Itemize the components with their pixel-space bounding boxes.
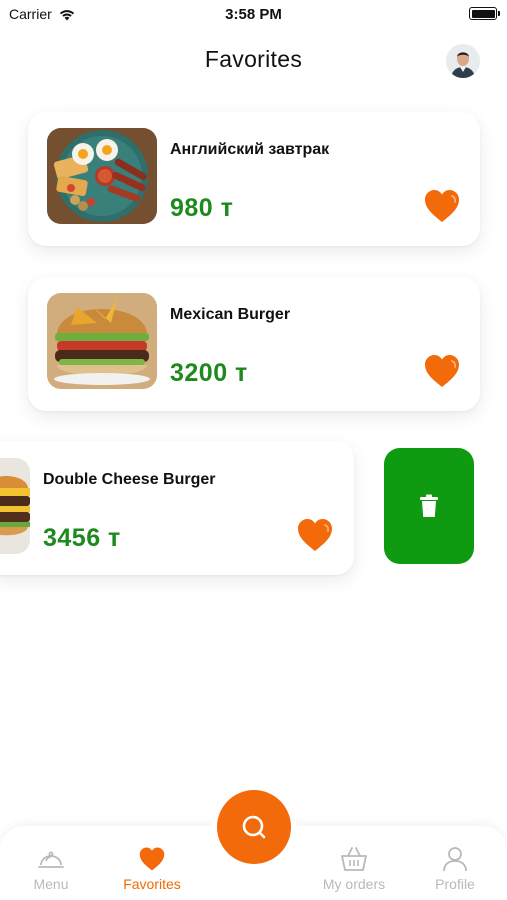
food-image-double-cheese-burger	[0, 458, 30, 554]
page-title: Favorites	[204, 46, 303, 72]
search-button[interactable]	[217, 790, 291, 864]
avatar-image	[446, 44, 480, 78]
heart-icon[interactable]	[296, 517, 334, 553]
tab-label: My orders	[322, 876, 386, 892]
avatar[interactable]	[446, 44, 480, 78]
tab-favorites[interactable]: Favorites	[107, 846, 197, 892]
heart-icon	[139, 847, 165, 871]
person-icon	[443, 847, 467, 872]
tab-label: Favorites	[123, 876, 181, 892]
tab-label: Profile	[435, 876, 475, 892]
food-title: Английский завтрак	[170, 141, 330, 158]
favorite-card-mexican-burger[interactable]: Mexican Burger 3200 т	[28, 277, 480, 411]
basket-icon	[341, 847, 367, 871]
trash-icon	[420, 494, 438, 517]
food-title: Mexican Burger	[170, 306, 291, 323]
food-title: Double Cheese Burger	[43, 471, 216, 488]
clock: 3:58 PM	[225, 6, 282, 23]
tab-menu[interactable]: Menu	[6, 846, 96, 892]
tab-profile[interactable]: Profile	[410, 846, 500, 892]
food-price: 3200 т	[170, 359, 248, 387]
heart-icon[interactable]	[423, 353, 461, 389]
favorite-card-double-cheese-burger[interactable]: Double Cheese Burger 3456 т	[0, 441, 354, 575]
battery-icon	[469, 7, 500, 20]
menu-cloche-icon	[38, 851, 64, 868]
food-price: 980 т	[170, 194, 234, 222]
delete-button[interactable]	[384, 448, 474, 564]
food-price: 3456 т	[43, 524, 121, 552]
tab-label: Menu	[33, 876, 69, 892]
heart-icon[interactable]	[423, 188, 461, 224]
favorite-card-english-breakfast[interactable]: Английский завтрак 980 т	[28, 112, 480, 246]
search-icon	[242, 815, 266, 839]
status-bar: Carrier 3:58 PM	[0, 0, 507, 28]
tab-my-orders[interactable]: My orders	[309, 846, 399, 892]
food-image-mexican-burger	[47, 293, 157, 389]
food-image-english-breakfast	[47, 128, 157, 224]
